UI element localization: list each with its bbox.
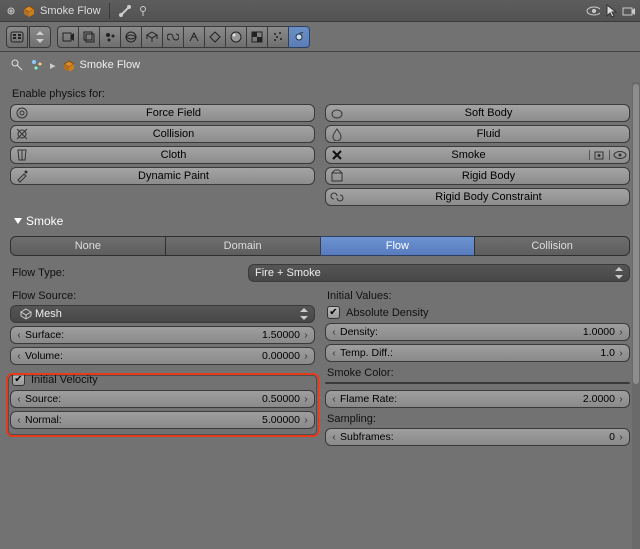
temp-diff-field[interactable]: ‹Temp. Diff.:1.0› [325,344,630,362]
absolute-density-label: Absolute Density [346,307,429,319]
context-render-icon[interactable] [57,26,79,48]
rigid-body-button[interactable]: Rigid Body [325,167,630,185]
smoke-view-toggle-icon[interactable] [609,150,629,160]
scene-link-icon[interactable] [30,58,44,72]
bone-icon[interactable] [118,4,132,18]
flow-right-column: Initial Values: Absolute Density ‹Densit… [325,290,630,446]
context-object-icon[interactable] [141,26,163,48]
properties-toolbar [0,22,640,52]
dynamic-paint-icon [11,169,33,183]
object-icon [62,59,74,71]
rigid-body-constraint-button[interactable]: Rigid Body Constraint [325,188,630,206]
physics-buttons: Force Field Collision Cloth Dynamic Pain… [10,104,630,206]
disclosure-triangle-icon [14,218,22,224]
sampling-label: Sampling: [325,413,630,425]
tab-none[interactable]: None [10,236,166,256]
flame-rate-field[interactable]: ‹Flame Rate:2.0000› [325,390,630,408]
context-layers-icon[interactable] [78,26,100,48]
flow-type-dropdown[interactable]: Fire + Smoke [248,264,630,282]
density-field[interactable]: ‹Density:1.0000› [325,323,630,341]
rigid-body-constraint-icon [326,190,348,204]
smoke-panel-title: Smoke [26,214,63,228]
context-texture-icon[interactable] [246,26,268,48]
context-material-icon[interactable] [225,26,247,48]
soft-body-icon [326,106,348,120]
physics-buttons-left: Force Field Collision Cloth Dynamic Pain… [10,104,315,206]
pin-icon[interactable] [10,58,24,72]
force-field-button[interactable]: Force Field [10,104,315,122]
smoke-panel-header[interactable]: Smoke [10,206,630,232]
enable-physics-label: Enable physics for: [10,82,630,104]
dynamic-paint-button[interactable]: Dynamic Paint [10,167,315,185]
dropdown-caret-icon [300,308,308,320]
separator [109,3,110,19]
smoke-render-toggle-icon[interactable] [589,150,609,160]
cloth-button[interactable]: Cloth [10,146,315,164]
tab-domain[interactable]: Domain [165,236,321,256]
source-field[interactable]: ‹Source:0.50000› [10,390,315,408]
smoke-button[interactable]: Smoke [325,146,630,164]
smoke-type-tabs: None Domain Flow Collision [10,236,630,256]
window-titlebar: Smoke Flow [0,0,640,22]
pin-small-icon[interactable] [136,4,150,18]
eye-icon[interactable] [586,4,600,18]
context-scene-icon[interactable] [99,26,121,48]
vertical-scrollbar[interactable] [632,82,640,549]
cursor-icon[interactable] [604,4,618,18]
context-tabs [57,26,310,48]
flow-source-value: Mesh [35,308,62,320]
flow-left-column: Flow Source: Mesh ‹Surface:1.50000› ‹Vol… [10,290,315,446]
checkbox-icon [327,306,340,319]
force-field-icon [11,106,33,120]
dropdown-caret-icon [615,267,623,279]
cloth-icon [11,148,33,162]
soft-body-button[interactable]: Soft Body [325,104,630,122]
editor-type-icon[interactable] [6,26,28,48]
smoke-color-swatch[interactable] [325,382,630,384]
editor-type-dropdown-icon[interactable] [29,26,51,48]
flow-source-dropdown[interactable]: Mesh [10,305,315,323]
flow-type-value: Fire + Smoke [255,267,321,279]
scrollbar-thumb[interactable] [633,84,639,384]
remove-smoke-icon [326,149,348,161]
object-icon[interactable] [22,4,36,18]
normal-field[interactable]: ‹Normal:5.00000› [10,411,315,429]
initial-velocity-checkbox[interactable]: Initial Velocity [10,372,315,387]
initial-velocity-label: Initial Velocity [31,374,98,386]
flow-type-label: Flow Type: [10,267,240,279]
breadcrumb-object: Smoke Flow [80,59,141,71]
mesh-icon [17,308,35,320]
physics-buttons-right: Soft Body Fluid Smoke Rigid Body Rigid B… [325,104,630,206]
tab-flow[interactable]: Flow [320,236,476,256]
camera-small-icon[interactable] [622,4,636,18]
context-particles-icon[interactable] [267,26,289,48]
surface-field[interactable]: ‹Surface:1.50000› [10,326,315,344]
breadcrumb-sep: ▸ [50,59,56,72]
absolute-density-checkbox[interactable]: Absolute Density [325,305,630,320]
flow-source-label: Flow Source: [10,290,315,302]
subframes-field[interactable]: ‹Subframes:0› [325,428,630,446]
collision-icon [11,127,33,141]
initial-values-label: Initial Values: [325,290,630,302]
breadcrumb: ▸ Smoke Flow [0,52,640,72]
window-title: Smoke Flow [40,5,101,17]
context-world-icon[interactable] [120,26,142,48]
collision-button[interactable]: Collision [10,125,315,143]
context-data-icon[interactable] [204,26,226,48]
expand-icon[interactable] [4,4,18,18]
rigid-body-icon [326,169,348,183]
smoke-color-label: Smoke Color: [325,367,630,379]
tab-collision[interactable]: Collision [474,236,630,256]
properties-scroll: Enable physics for: Force Field Collisio… [0,82,640,549]
context-constraints-icon[interactable] [162,26,184,48]
context-modifiers-icon[interactable] [183,26,205,48]
volume-field[interactable]: ‹Volume:0.00000› [10,347,315,365]
context-physics-icon[interactable] [288,26,310,48]
flow-settings-columns: Flow Source: Mesh ‹Surface:1.50000› ‹Vol… [10,290,630,446]
fluid-icon [326,127,348,141]
checkbox-icon [12,373,25,386]
fluid-button[interactable]: Fluid [325,125,630,143]
